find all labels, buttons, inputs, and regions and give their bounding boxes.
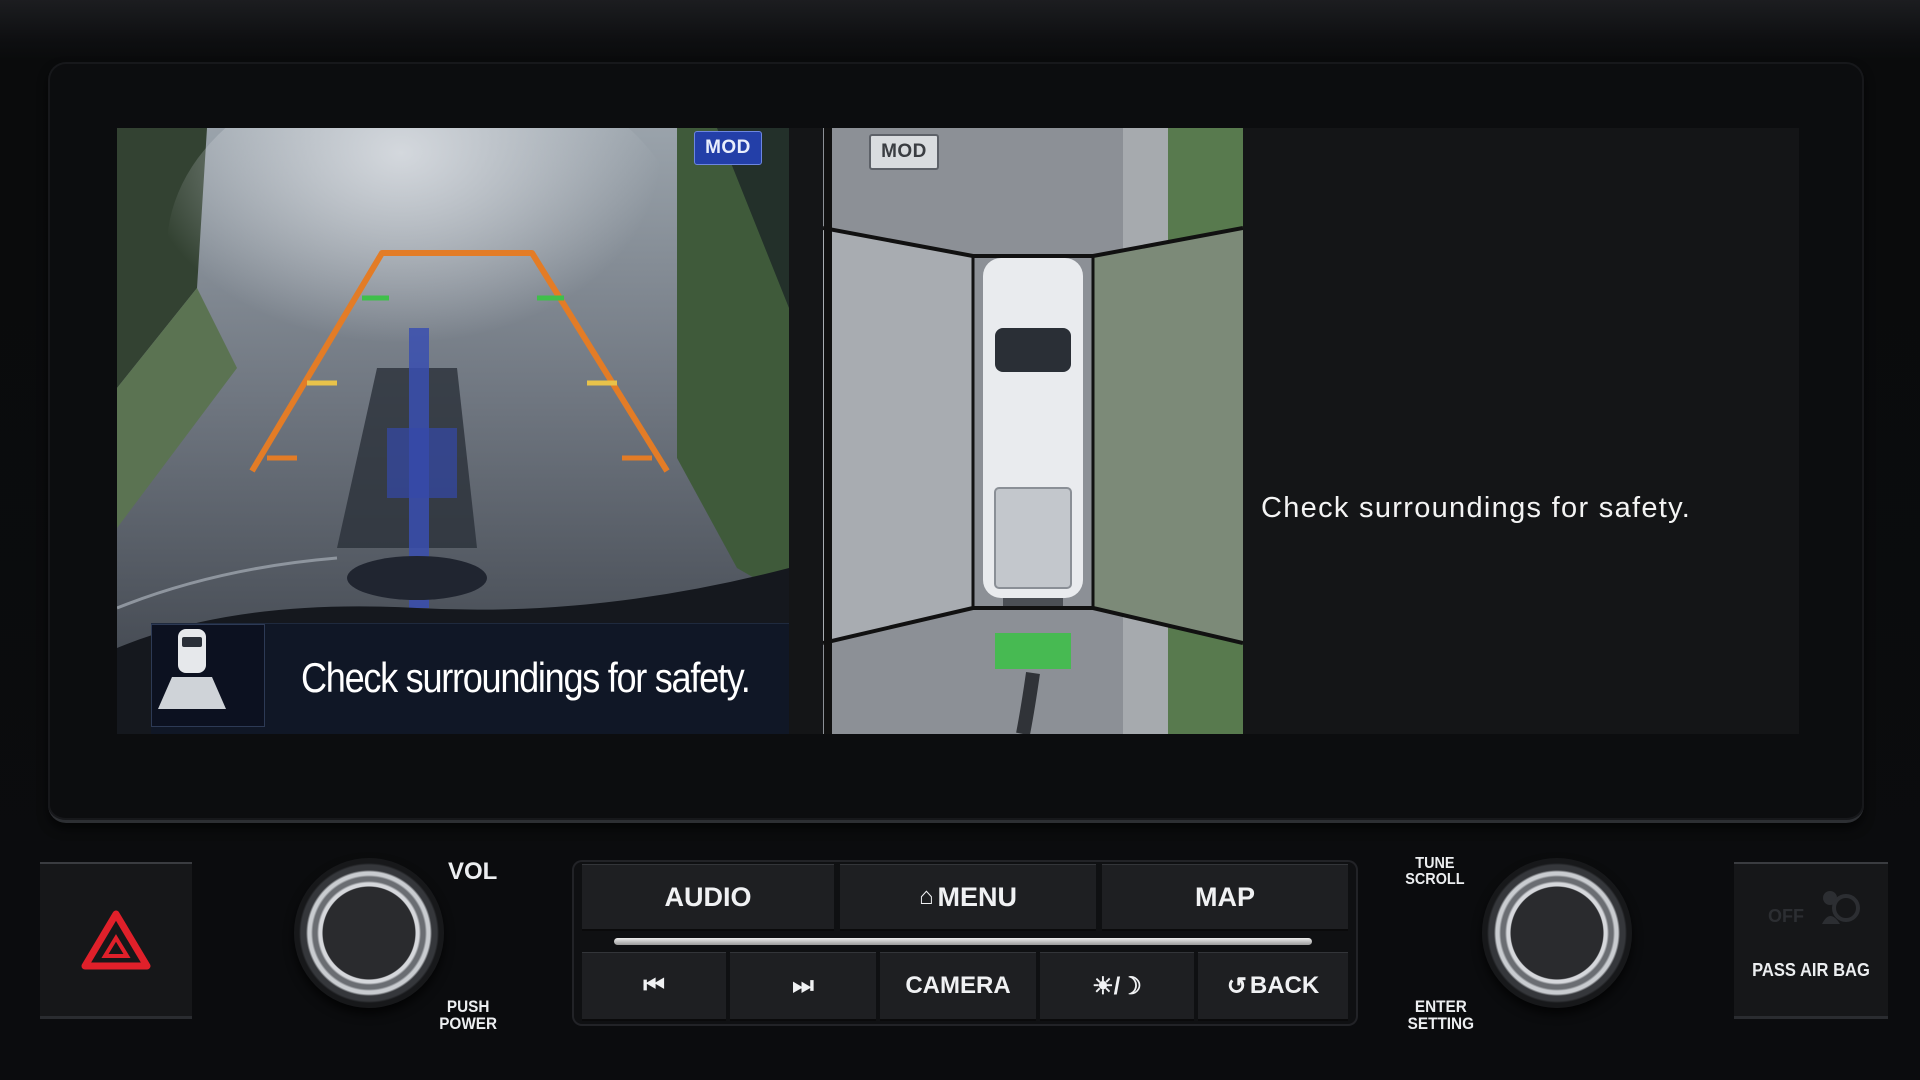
rear-camera-view: MOD Check surroundings for safety.	[117, 128, 789, 734]
birds-eye-image	[823, 128, 1243, 734]
back-button-label: BACK	[1249, 972, 1320, 999]
info-panel: Check surroundings for safety.	[1245, 128, 1799, 734]
next-track-button[interactable]: ⏭	[730, 952, 876, 1021]
next-track-icon: ⏭	[792, 972, 814, 999]
infotainment-screen: MOD Check surroundings for safety. MOD C…	[117, 128, 1799, 734]
push-power-label: PUSH POWER	[439, 997, 498, 1033]
day-night-icon: ☀/☽	[1092, 972, 1142, 1000]
menu-button-label: MENU	[937, 881, 1018, 912]
vol-label: VOL	[448, 858, 498, 885]
volume-knob[interactable]	[294, 858, 444, 1008]
menu-button[interactable]: ⌂ MENU	[840, 864, 1096, 931]
hazard-triangle-icon	[81, 910, 151, 970]
audio-button[interactable]: AUDIO	[582, 864, 834, 931]
hazard-button[interactable]	[40, 862, 192, 1019]
rear-safety-message: Check surroundings for safety.	[301, 654, 751, 701]
birds-eye-view: MOD	[823, 128, 1243, 734]
previous-track-icon: ⏮	[643, 972, 665, 999]
airbag-label: PASS AIR BAG	[1752, 960, 1870, 980]
button-panel: AUDIO ⌂ MENU MAP ⏮ ⏭ CAMERA ☀/☽ ↺ BACK	[572, 860, 1358, 1026]
passenger-airbag-indicator: OFF PASS AIR BAG	[1734, 862, 1888, 1019]
svg-text:OFF: OFF	[1768, 906, 1804, 926]
tune-scroll-label: TUNE SCROLL	[1405, 855, 1465, 888]
mod-badge-rear[interactable]: MOD	[694, 131, 762, 165]
control-panel: VOL PUSH POWER AUDIO ⌂ MENU MAP ⏮ ⏭ CAMER…	[0, 840, 1920, 1080]
rear-safety-message-bar: Check surroundings for safety.	[151, 623, 789, 734]
enter-setting-label: ENTER SETTING	[1407, 997, 1474, 1033]
previous-track-button[interactable]: ⏮	[582, 952, 726, 1021]
mod-badge-birds-eye[interactable]: MOD	[869, 134, 939, 170]
tune-scroll-knob[interactable]	[1482, 858, 1632, 1008]
airbag-icon: OFF	[1768, 891, 1860, 926]
back-arrow-icon: ↺	[1226, 972, 1247, 1000]
button-divider	[614, 938, 1312, 945]
day-night-button[interactable]: ☀/☽	[1040, 952, 1194, 1021]
map-button[interactable]: MAP	[1102, 864, 1348, 931]
home-icon: ⌂	[919, 883, 934, 910]
camera-button[interactable]: CAMERA	[880, 952, 1036, 1021]
back-button[interactable]: ↺ BACK	[1198, 952, 1348, 1021]
car-view-icon	[151, 624, 265, 727]
safety-message: Check surroundings for safety.	[1261, 492, 1692, 524]
